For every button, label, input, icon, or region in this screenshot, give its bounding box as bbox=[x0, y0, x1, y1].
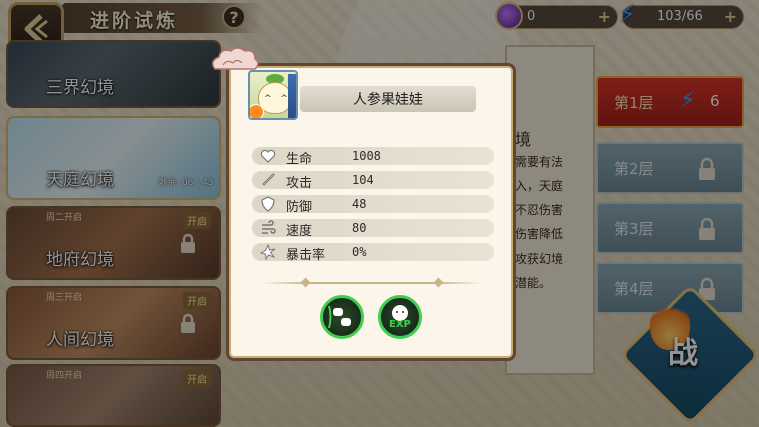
shield-icon bbox=[261, 196, 275, 212]
exp-skill-text: EXP bbox=[389, 319, 411, 330]
burst-icon bbox=[260, 244, 276, 260]
stat-row-attack: 攻击 104 bbox=[252, 171, 494, 191]
stat-value: 80 bbox=[352, 221, 367, 235]
fist-skill-icon bbox=[328, 305, 351, 329]
stat-label: 暴击率 bbox=[286, 248, 326, 263]
character-eyes: ^ ^ bbox=[264, 94, 291, 104]
character-name: 人参果娃娃 bbox=[300, 86, 476, 112]
stat-label: 生命 bbox=[286, 152, 313, 167]
stat-row-defense: 防御 48 bbox=[252, 195, 494, 215]
divider bbox=[262, 282, 482, 284]
fist-skill-button[interactable] bbox=[320, 295, 364, 339]
stat-row-hp: 生命 1008 bbox=[252, 147, 494, 167]
stat-label: 速度 bbox=[286, 224, 313, 239]
stat-label: 攻击 bbox=[286, 176, 313, 191]
stat-value: 48 bbox=[352, 197, 367, 211]
stat-value: 0% bbox=[352, 245, 367, 259]
stat-row-speed: 速度 80 bbox=[252, 219, 494, 239]
sword-icon bbox=[262, 173, 275, 186]
stat-value: 1008 bbox=[352, 149, 381, 163]
stat-value: 104 bbox=[352, 173, 374, 187]
star-bar bbox=[288, 74, 296, 118]
character-portrait: ^ ^ bbox=[248, 70, 298, 120]
exp-skill-button[interactable]: EXP bbox=[378, 295, 422, 339]
wind-icon bbox=[262, 220, 276, 234]
heart-icon bbox=[260, 149, 276, 163]
stat-label: 防御 bbox=[286, 200, 313, 215]
fire-element-icon bbox=[250, 104, 264, 118]
stat-row-crit: 暴击率 0% bbox=[252, 243, 494, 263]
